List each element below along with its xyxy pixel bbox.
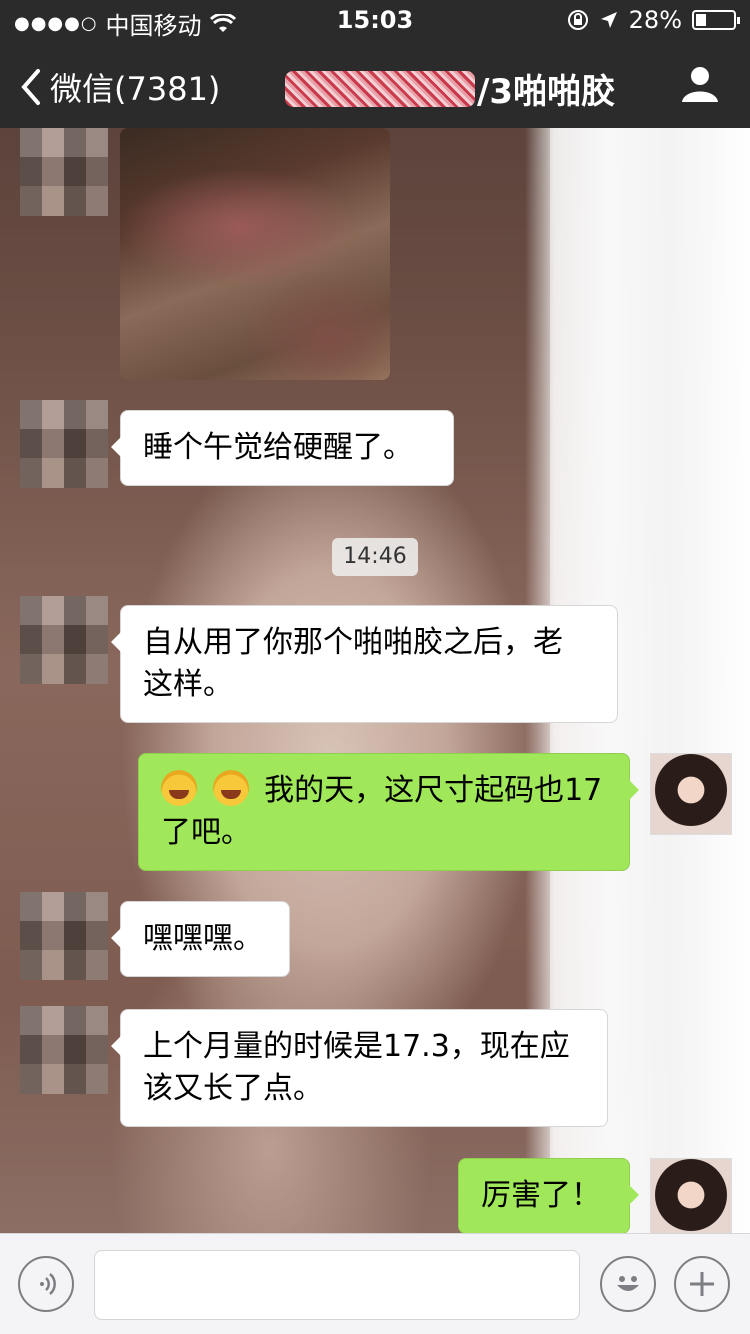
location-icon — [600, 12, 617, 28]
message-text: 嘿嘿嘿。 — [143, 921, 263, 956]
contact-avatar[interactable] — [20, 1006, 108, 1094]
nav-bar: 微信(7381) /3啪啪胶 — [0, 40, 750, 128]
battery-percent: 28% — [628, 6, 682, 34]
redacted-name — [285, 70, 475, 107]
image-message[interactable] — [120, 128, 390, 380]
message-timestamp: 14:46 — [332, 538, 418, 576]
received-message[interactable]: 自从用了你那个啪啪胶之后，老 这样。 — [111, 605, 618, 723]
chat-area[interactable]: 睡个午觉给硬醒了。 14:46 自从用了你那个啪啪胶之后，老 这样。 我的天，这… — [0, 128, 750, 1233]
sent-message[interactable]: 我的天，这尺寸起码也17 了吧。 — [138, 753, 639, 871]
message-text: 上个月量的时候是17.3，现在应 — [143, 1029, 570, 1064]
my-avatar[interactable] — [650, 753, 732, 835]
back-button[interactable]: 微信(7381) — [18, 64, 220, 110]
contact-avatar[interactable] — [20, 596, 108, 684]
voice-button[interactable] — [18, 1256, 74, 1312]
chat-title: /3啪啪胶 — [285, 64, 615, 113]
input-bar — [0, 1233, 750, 1334]
sent-message[interactable]: 厉害了！ — [458, 1158, 639, 1233]
tears-of-joy-emoji-icon — [161, 770, 197, 806]
battery-fill — [696, 14, 706, 26]
message-text: 睡个午觉给硬醒了。 — [143, 430, 413, 465]
received-message[interactable]: 嘿嘿嘿。 — [111, 901, 290, 977]
contact-avatar[interactable] — [20, 128, 108, 216]
plus-icon — [690, 1272, 714, 1296]
emoji-icon — [617, 1276, 639, 1291]
chat-info-button[interactable] — [680, 64, 720, 108]
emoji-button[interactable] — [600, 1256, 656, 1312]
message-text: 这样。 — [143, 667, 233, 702]
battery-icon — [692, 10, 740, 30]
message-text: 了吧。 — [161, 815, 251, 850]
status-bar: ●●●●○ 中国移动 15:03 28% — [0, 0, 750, 40]
message-text: 厉害了！ — [481, 1178, 601, 1213]
message-text: 自从用了你那个啪啪胶之后，老 — [143, 625, 563, 660]
top-bar: ●●●●○ 中国移动 15:03 28% 微信(7381) /3啪啪胶 — [0, 0, 750, 128]
my-avatar[interactable] — [650, 1158, 732, 1233]
chat-title-suffix: /3啪啪胶 — [477, 72, 616, 112]
contact-avatar[interactable] — [20, 892, 108, 980]
received-message[interactable]: 睡个午觉给硬醒了。 — [111, 410, 454, 486]
voice-icon — [40, 1273, 56, 1295]
message-text: 我的天，这尺寸起码也17 — [264, 773, 603, 808]
person-icon — [682, 67, 718, 102]
received-message[interactable]: 上个月量的时候是17.3，现在应 该又长了点。 — [111, 1009, 608, 1127]
back-label: 微信(7381) — [50, 70, 221, 108]
message-text: 该又长了点。 — [143, 1071, 323, 1106]
chevron-left-icon — [21, 69, 40, 105]
tears-of-joy-emoji-icon — [212, 770, 249, 806]
message-input[interactable] — [94, 1250, 580, 1320]
orientation-lock-icon — [567, 10, 588, 30]
contact-avatar[interactable] — [20, 400, 108, 488]
add-button[interactable] — [674, 1256, 730, 1312]
